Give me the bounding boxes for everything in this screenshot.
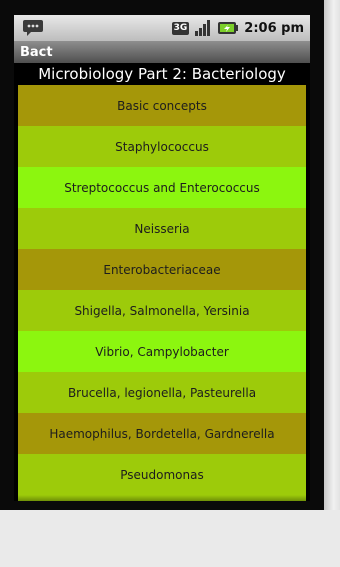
- topic-item[interactable]: Enterobacteriaceae: [18, 249, 306, 290]
- clock: 2:06 pm: [244, 20, 304, 36]
- topic-item[interactable]: Pseudomonas: [18, 454, 306, 495]
- topic-label: Neisseria: [134, 221, 190, 236]
- background: [0, 510, 340, 567]
- topic-label: Streptococcus and Enterococcus: [64, 180, 260, 195]
- page-heading: Microbiology Part 2: Bacteriology: [38, 65, 286, 83]
- phone-screen: 3G 2:06 pm Bact Microbiology Part 2: Bac…: [0, 0, 324, 510]
- topic-label: Haemophilus, Bordetella, Gardnerella: [49, 426, 275, 441]
- network-3g-icon: 3G: [171, 21, 190, 35]
- topic-label: Basic concepts: [117, 98, 207, 113]
- list-bottom-edge: [18, 495, 306, 501]
- topic-label: Pseudomonas: [120, 467, 204, 482]
- topic-list: Basic concepts Staphylococcus Streptococ…: [18, 85, 306, 501]
- topic-label: Enterobacteriaceae: [103, 262, 221, 277]
- topic-item[interactable]: Vibrio, Campylobacter: [18, 331, 306, 372]
- topic-item[interactable]: Haemophilus, Bordetella, Gardnerella: [18, 413, 306, 454]
- message-icon: [23, 20, 43, 36]
- topic-label: Staphylococcus: [115, 139, 209, 154]
- topic-label: Vibrio, Campylobacter: [95, 344, 229, 359]
- topic-item[interactable]: Shigella, Salmonella, Yersinia: [18, 290, 306, 331]
- signal-icon: [195, 20, 211, 36]
- topic-item[interactable]: Staphylococcus: [18, 126, 306, 167]
- topic-item[interactable]: Basic concepts: [18, 85, 306, 126]
- topic-label: Brucella, legionella, Pasteurella: [67, 385, 257, 400]
- topic-item[interactable]: Neisseria: [18, 208, 306, 249]
- app-title: Bact: [20, 44, 53, 60]
- battery-icon: [218, 22, 239, 34]
- topic-item[interactable]: Streptococcus and Enterococcus: [18, 167, 306, 208]
- topic-label: Shigella, Salmonella, Yersinia: [74, 303, 250, 318]
- topic-item[interactable]: Brucella, legionella, Pasteurella: [18, 372, 306, 413]
- status-bar: 3G 2:06 pm: [14, 15, 310, 41]
- content-area: Microbiology Part 2: Bacteriology Basic …: [14, 63, 310, 501]
- device-edge: [324, 0, 340, 510]
- app-title-bar: Bact: [14, 41, 310, 63]
